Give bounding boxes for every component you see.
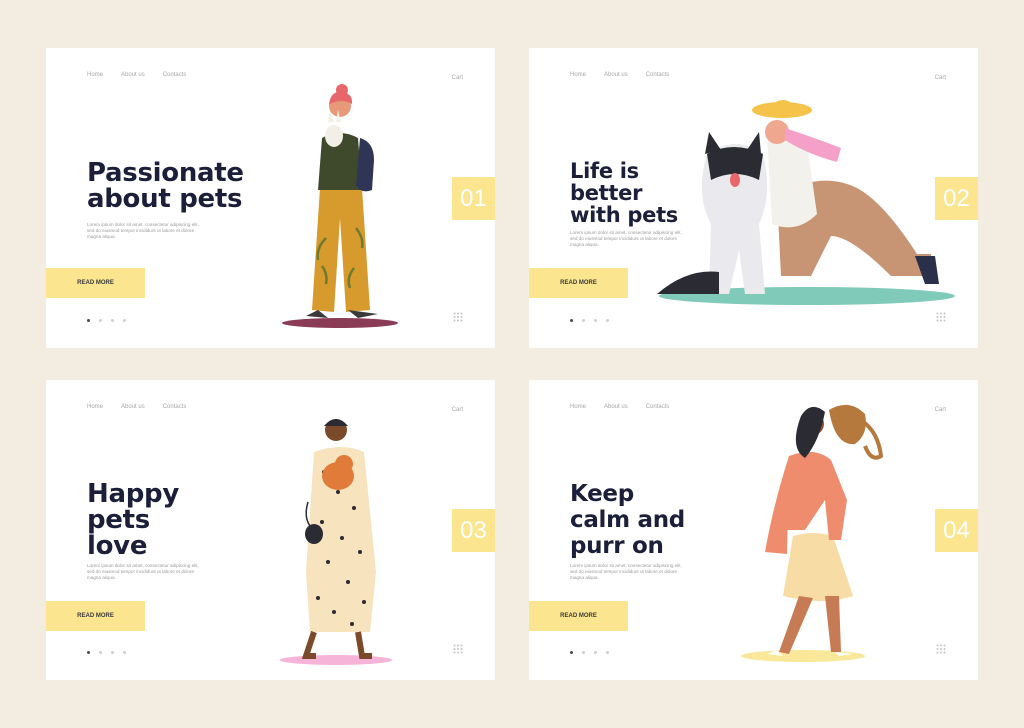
nav-contacts-link[interactable]: Contacts [163, 72, 187, 78]
cart-link[interactable]: Cart [452, 75, 463, 81]
slider-dots [570, 651, 609, 654]
page-title: Keep calm and purr on [570, 481, 685, 559]
headline-line: purr on [570, 533, 664, 559]
slider-dot[interactable] [594, 651, 597, 654]
read-more-button[interactable]: READ MORE [529, 268, 628, 298]
headline-line: Keep [570, 481, 634, 507]
slider-dot[interactable] [606, 319, 609, 322]
nav-contacts-link[interactable]: Contacts [646, 404, 670, 410]
slider-dots [87, 319, 126, 322]
slider-dot[interactable] [594, 319, 597, 322]
headline-line: love [87, 531, 148, 561]
headline-line: pets [87, 505, 150, 535]
cart-link[interactable]: Cart [935, 75, 946, 81]
nav-about-link[interactable]: About us [604, 72, 628, 78]
woman-holding-cat-illustration [741, 404, 884, 662]
slider-dot[interactable] [606, 651, 609, 654]
nav-home-link[interactable]: Home [87, 72, 103, 78]
slider-dot[interactable] [582, 319, 585, 322]
nav-contacts-link[interactable]: Contacts [163, 404, 187, 410]
cart-link[interactable]: Cart [935, 407, 946, 413]
nav-home-link[interactable]: Home [570, 72, 586, 78]
page-title: Passionate about pets [87, 160, 244, 212]
nav-contacts-link[interactable]: Contacts [646, 72, 670, 78]
woman-hugging-husky-illustration [657, 100, 955, 305]
slider-dot[interactable] [570, 319, 573, 322]
landing-card-happy-pets: Home About us Contacts Cart Happy pets l… [46, 380, 495, 680]
headline-line: about pets [87, 184, 243, 214]
grid-icon[interactable] [453, 644, 463, 654]
slider-dot[interactable] [111, 651, 114, 654]
slider-dot[interactable] [570, 651, 573, 654]
body-text: Lorem ipsum dolor sit amet, consectetur … [570, 563, 682, 580]
top-nav: Home About us Contacts [570, 72, 669, 78]
nav-home-link[interactable]: Home [87, 404, 103, 410]
page-title: Happy pets love [87, 481, 179, 559]
headline-line: Happy [87, 479, 179, 509]
read-more-button[interactable]: READ MORE [46, 601, 145, 631]
headline-line: Passionate [87, 158, 244, 188]
landing-card-keep-calm: Home About us Contacts Cart Keep calm an… [529, 380, 978, 680]
slider-dot[interactable] [87, 651, 90, 654]
slider-dot[interactable] [99, 651, 102, 654]
slider-dots [570, 319, 609, 322]
slider-dot[interactable] [87, 319, 90, 322]
slide-number-badge: 01 [452, 177, 495, 220]
top-nav: Home About us Contacts [87, 404, 186, 410]
slider-dot[interactable] [582, 651, 585, 654]
slide-number-badge: 03 [452, 509, 495, 552]
grid-icon[interactable] [936, 644, 946, 654]
landing-card-passionate: Home About us Contacts Cart Passionate a… [46, 48, 495, 348]
body-text: Lorem ipsum dolor sit amet, consectetur … [87, 222, 199, 239]
slider-dot[interactable] [123, 319, 126, 322]
woman-holding-dog-illustration [280, 419, 392, 665]
slider-dot[interactable] [123, 651, 126, 654]
nav-about-link[interactable]: About us [604, 404, 628, 410]
slider-dot[interactable] [99, 319, 102, 322]
top-nav: Home About us Contacts [570, 404, 669, 410]
headline-line: calm and [570, 507, 685, 533]
landing-card-life-better: Home About us Contacts Cart Life is bett… [529, 48, 978, 348]
nav-home-link[interactable]: Home [570, 404, 586, 410]
slide-number-badge: 04 [935, 509, 978, 552]
body-text: Lorem ipsum dolor sit amet, consectetur … [87, 563, 199, 580]
cart-link[interactable]: Cart [452, 407, 463, 413]
top-nav: Home About us Contacts [87, 72, 186, 78]
slider-dot[interactable] [111, 319, 114, 322]
nav-about-link[interactable]: About us [121, 404, 145, 410]
nav-about-link[interactable]: About us [121, 72, 145, 78]
read-more-button[interactable]: READ MORE [46, 268, 145, 298]
grid-icon[interactable] [936, 312, 946, 322]
grid-icon[interactable] [453, 312, 463, 322]
woman-holding-rabbit-illustration [282, 84, 398, 328]
read-more-button[interactable]: READ MORE [529, 601, 628, 631]
slider-dots [87, 651, 126, 654]
